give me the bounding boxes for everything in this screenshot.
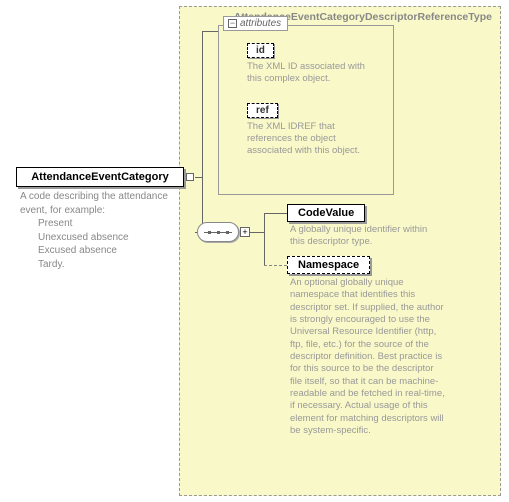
sequence-connector-icon[interactable] — [197, 222, 239, 242]
attribute-item: ref The XML IDREF that references the ob… — [247, 100, 383, 158]
attributes-label: attributes — [240, 18, 281, 29]
attribute-name: ref — [256, 105, 269, 116]
element-namespace-box[interactable]: Namespace — [287, 256, 370, 274]
connector-line — [264, 213, 287, 214]
expand-icon[interactable]: + — [240, 227, 250, 237]
connector-line — [202, 31, 203, 177]
element-label: Namespace — [298, 259, 359, 271]
expand-handle[interactable] — [186, 173, 194, 181]
enum-value: Present — [20, 217, 180, 231]
connector-line — [195, 177, 202, 178]
element-codevalue-box[interactable]: CodeValue — [287, 204, 365, 222]
attributes-group: −attributes id The XML ID associated wit… — [218, 25, 394, 195]
attribute-description: The XML ID associated with this complex … — [247, 61, 377, 86]
connector-line — [250, 232, 264, 233]
attribute-name-box[interactable]: ref — [247, 103, 278, 118]
element-codevalue-description: A globally unique identifier within this… — [290, 224, 440, 249]
collapse-icon[interactable]: − — [228, 19, 237, 28]
attribute-description: The XML IDREF that references the object… — [247, 121, 377, 158]
connector-line — [202, 31, 218, 32]
enum-value: Tardy. — [20, 258, 180, 272]
connector-line — [264, 213, 265, 265]
root-element-label: AttendanceEventCategory — [31, 171, 169, 183]
root-element-box[interactable]: AttendanceEventCategory — [16, 167, 184, 187]
attribute-item: id The XML ID associated with this compl… — [247, 40, 383, 86]
attribute-name: id — [256, 45, 265, 56]
connector-line — [264, 265, 287, 266]
attributes-title[interactable]: −attributes — [223, 16, 288, 31]
enum-value: Unexcused absence — [20, 231, 180, 245]
element-label: CodeValue — [298, 207, 354, 219]
attribute-name-box[interactable]: id — [247, 43, 274, 58]
description-text: A code describing the attendance event, … — [20, 190, 180, 217]
root-description: A code describing the attendance event, … — [20, 190, 180, 271]
element-namespace-description: An optional globally unique namespace th… — [290, 277, 446, 437]
enum-value: Excused absence — [20, 244, 180, 258]
